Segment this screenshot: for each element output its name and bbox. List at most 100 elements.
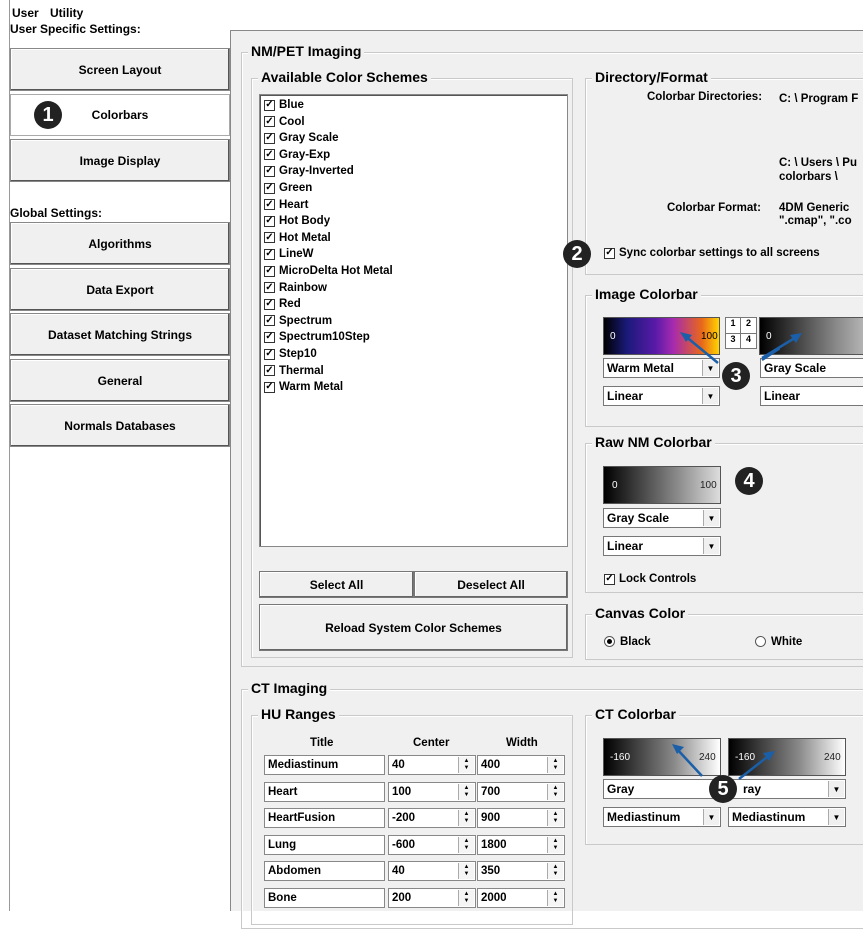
checkbox-icon[interactable]: ✓ bbox=[264, 149, 275, 161]
hu-center-field[interactable]: -200 ▲ ▼ bbox=[388, 808, 476, 828]
color-scheme-item[interactable]: ✓ Red bbox=[264, 296, 301, 312]
sidebar-item-algorithms[interactable]: Algorithms bbox=[10, 222, 230, 265]
checkbox-icon[interactable]: ✓ bbox=[264, 381, 275, 393]
checkbox-icon[interactable]: ✓ bbox=[264, 298, 275, 310]
spinner-arrows-icon[interactable]: ▲ ▼ bbox=[547, 757, 563, 773]
color-scheme-item[interactable]: ✓ Spectrum bbox=[264, 313, 332, 329]
color-scheme-item[interactable]: ✓ Warm Metal bbox=[264, 379, 343, 395]
color-scheme-item[interactable]: ✓ MicroDelta Hot Metal bbox=[264, 263, 393, 279]
spinner-arrows-icon[interactable]: ▲ ▼ bbox=[547, 783, 563, 800]
hu-width-field[interactable]: 1800 ▲ ▼ bbox=[477, 834, 565, 855]
sync-colorbar-checkbox[interactable]: ✓ Sync colorbar settings to all screens bbox=[604, 247, 820, 259]
spinner-down-icon[interactable]: ▼ bbox=[464, 792, 470, 799]
spinner-up-icon[interactable]: ▲ bbox=[553, 811, 559, 818]
spinner-down-icon[interactable]: ▼ bbox=[553, 792, 559, 799]
spinner-arrows-icon[interactable]: ▲ ▼ bbox=[547, 863, 563, 879]
spinner-up-icon[interactable]: ▲ bbox=[464, 758, 470, 765]
color-scheme-item[interactable]: ✓ Cool bbox=[264, 114, 305, 130]
sidebar-item-data-export[interactable]: Data Export bbox=[10, 268, 230, 311]
sidebar-item-image-display[interactable]: Image Display bbox=[10, 139, 230, 182]
color-scheme-item[interactable]: ✓ LineW bbox=[264, 246, 314, 262]
raw-nm-scale-select[interactable]: Linear ▼ bbox=[603, 536, 721, 556]
spinner-down-icon[interactable]: ▼ bbox=[464, 765, 470, 772]
image-scale-select-1[interactable]: Linear ▼ bbox=[603, 386, 720, 406]
checkbox-icon[interactable]: ✓ bbox=[264, 132, 275, 144]
hu-title-field[interactable]: Heart bbox=[264, 781, 385, 802]
spinner-down-icon[interactable]: ▼ bbox=[553, 818, 559, 825]
checkbox-icon[interactable]: ✓ bbox=[264, 365, 275, 377]
spinner-down-icon[interactable]: ▼ bbox=[464, 871, 470, 878]
spinner-up-icon[interactable]: ▲ bbox=[464, 891, 470, 898]
spinner-up-icon[interactable]: ▲ bbox=[553, 864, 559, 871]
color-scheme-item[interactable]: ✓ Green bbox=[264, 180, 312, 196]
spinner-arrows-icon[interactable]: ▲ ▼ bbox=[458, 783, 474, 800]
color-scheme-item[interactable]: ✓ Rainbow bbox=[264, 280, 327, 296]
menu-utility[interactable]: Utility bbox=[50, 6, 83, 20]
spinner-up-icon[interactable]: ▲ bbox=[464, 811, 470, 818]
spinner-down-icon[interactable]: ▼ bbox=[553, 871, 559, 878]
spinner-arrows-icon[interactable]: ▲ ▼ bbox=[547, 889, 563, 906]
sidebar-item-dataset-matching[interactable]: Dataset Matching Strings bbox=[10, 313, 230, 356]
menu-user[interactable]: User bbox=[12, 6, 39, 20]
spinner-up-icon[interactable]: ▲ bbox=[553, 838, 559, 845]
hu-title-field[interactable]: Lung bbox=[264, 834, 385, 855]
hu-width-field[interactable]: 350 ▲ ▼ bbox=[477, 861, 565, 881]
spinner-up-icon[interactable]: ▲ bbox=[464, 785, 470, 792]
canvas-black-radio[interactable]: Black bbox=[604, 636, 651, 648]
checkbox-icon[interactable]: ✓ bbox=[264, 348, 275, 360]
sidebar-item-general[interactable]: General bbox=[10, 359, 230, 402]
checkbox-icon[interactable]: ✓ bbox=[264, 116, 275, 128]
checkbox-icon[interactable]: ✓ bbox=[264, 99, 275, 111]
spinner-down-icon[interactable]: ▼ bbox=[553, 898, 559, 905]
spinner-down-icon[interactable]: ▼ bbox=[464, 898, 470, 905]
spinner-up-icon[interactable]: ▲ bbox=[464, 864, 470, 871]
checkbox-icon[interactable]: ✓ bbox=[264, 248, 275, 260]
checkbox-icon[interactable]: ✓ bbox=[264, 232, 275, 244]
spinner-arrows-icon[interactable]: ▲ ▼ bbox=[547, 810, 563, 826]
hu-width-field[interactable]: 2000 ▲ ▼ bbox=[477, 887, 565, 908]
canvas-white-radio[interactable]: White bbox=[755, 636, 802, 648]
color-scheme-item[interactable]: ✓ Blue bbox=[264, 97, 304, 113]
hu-title-field[interactable]: Abdomen bbox=[264, 861, 385, 881]
hu-title-field[interactable]: Mediastinum bbox=[264, 755, 385, 775]
color-scheme-item[interactable]: ✓ Heart bbox=[264, 197, 308, 213]
spinner-arrows-icon[interactable]: ▲ ▼ bbox=[547, 836, 563, 853]
spinner-down-icon[interactable]: ▼ bbox=[464, 845, 470, 852]
spinner-down-icon[interactable]: ▼ bbox=[553, 845, 559, 852]
sidebar-item-normals-databases[interactable]: Normals Databases bbox=[10, 404, 230, 447]
color-scheme-item[interactable]: ✓ Thermal bbox=[264, 363, 324, 379]
sidebar-item-screen-layout[interactable]: Screen Layout bbox=[10, 48, 230, 91]
hu-width-field[interactable]: 900 ▲ ▼ bbox=[477, 808, 565, 828]
color-scheme-item[interactable]: ✓ Hot Metal bbox=[264, 230, 331, 246]
color-scheme-item[interactable]: ✓ Step10 bbox=[264, 346, 317, 362]
spinner-arrows-icon[interactable]: ▲ ▼ bbox=[458, 863, 474, 879]
deselect-all-button[interactable]: Deselect All bbox=[414, 571, 568, 598]
hu-center-field[interactable]: 200 ▲ ▼ bbox=[388, 887, 476, 908]
color-scheme-list[interactable]: ✓ Blue ✓ Cool ✓ Gray Scale ✓ Gray-Exp ✓ Gray-Inve… bbox=[259, 94, 568, 547]
checkbox-icon[interactable]: ✓ bbox=[264, 265, 275, 277]
spinner-down-icon[interactable]: ▼ bbox=[553, 765, 559, 772]
spinner-arrows-icon[interactable]: ▲ ▼ bbox=[458, 757, 474, 773]
spinner-up-icon[interactable]: ▲ bbox=[553, 785, 559, 792]
color-scheme-item[interactable]: ✓ Gray Scale bbox=[264, 130, 338, 146]
color-scheme-item[interactable]: ✓ Spectrum10Step bbox=[264, 329, 370, 345]
hu-center-field[interactable]: 100 ▲ ▼ bbox=[388, 781, 476, 802]
hu-width-field[interactable]: 400 ▲ ▼ bbox=[477, 755, 565, 775]
hu-center-field[interactable]: 40 ▲ ▼ bbox=[388, 861, 476, 881]
checkbox-icon[interactable]: ✓ bbox=[264, 215, 275, 227]
select-all-button[interactable]: Select All bbox=[259, 571, 414, 598]
checkbox-icon[interactable]: ✓ bbox=[264, 165, 275, 177]
ct-preset-select-1[interactable]: Mediastinum ▼ bbox=[603, 807, 721, 827]
ct-scheme-select-1[interactable]: Gray bbox=[603, 779, 721, 799]
reload-schemes-button[interactable]: Reload System Color Schemes bbox=[259, 604, 568, 651]
image-scale-select-2[interactable]: Linear bbox=[760, 386, 863, 406]
hu-center-field[interactable]: 40 ▲ ▼ bbox=[388, 755, 476, 775]
spinner-arrows-icon[interactable]: ▲ ▼ bbox=[458, 889, 474, 906]
checkbox-icon[interactable]: ✓ bbox=[264, 315, 275, 327]
color-scheme-item[interactable]: ✓ Hot Body bbox=[264, 213, 330, 229]
spinner-down-icon[interactable]: ▼ bbox=[464, 818, 470, 825]
checkbox-icon[interactable]: ✓ bbox=[264, 331, 275, 343]
checkbox-icon[interactable]: ✓ bbox=[264, 182, 275, 194]
spinner-arrows-icon[interactable]: ▲ ▼ bbox=[458, 836, 474, 853]
hu-title-field[interactable]: Bone bbox=[264, 887, 385, 908]
